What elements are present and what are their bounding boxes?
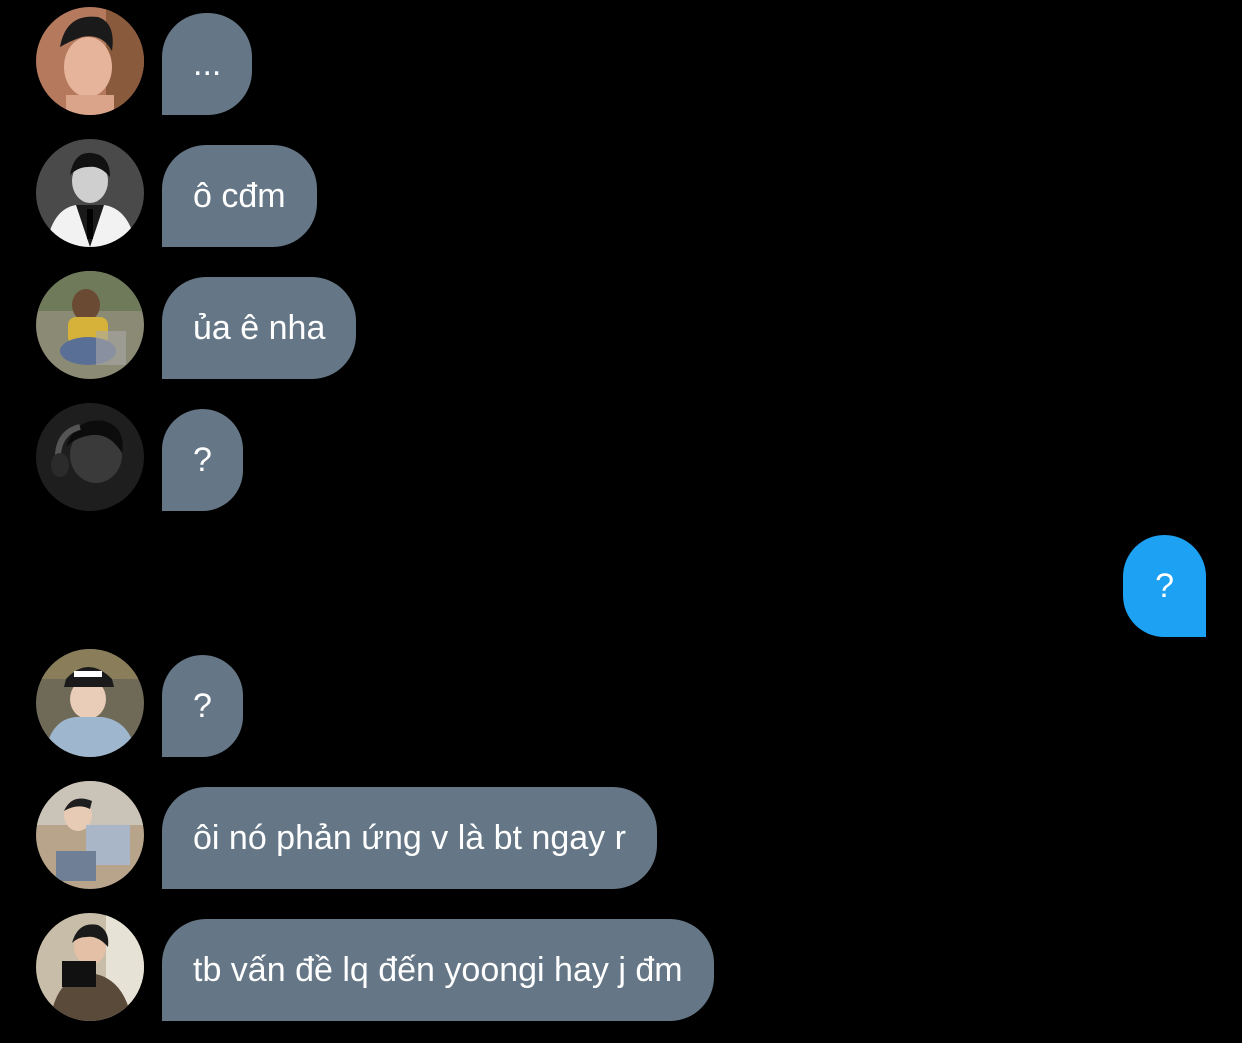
message-bubble[interactable]: ? — [162, 655, 243, 757]
avatar[interactable] — [36, 913, 144, 1021]
avatar[interactable] — [36, 139, 144, 247]
avatar-image — [36, 781, 144, 889]
avatar[interactable] — [36, 781, 144, 889]
message-row-outgoing: ? — [0, 535, 1242, 637]
avatar[interactable] — [36, 649, 144, 757]
message-bubble[interactable]: tb vấn đề lq đến yoongi hay j đm — [162, 919, 714, 1021]
message-bubble[interactable]: ủa ê nha — [162, 277, 357, 379]
message-bubble-outgoing[interactable]: ? — [1123, 535, 1206, 637]
message-bubble[interactable]: ô cđm — [162, 145, 317, 247]
avatar-image — [36, 403, 144, 511]
avatar[interactable] — [36, 271, 144, 379]
avatar-image — [36, 7, 144, 115]
message-bubble[interactable]: ... — [162, 13, 253, 115]
message-bubble[interactable]: ? — [162, 409, 243, 511]
message-bubble[interactable]: ôi nó phản ứng v là bt ngay r — [162, 787, 657, 889]
avatar-image — [36, 271, 144, 379]
avatar[interactable] — [36, 403, 144, 511]
avatar-image — [36, 649, 144, 757]
avatar[interactable] — [36, 7, 144, 115]
avatar-image — [36, 139, 144, 247]
avatar-image — [36, 913, 144, 1021]
